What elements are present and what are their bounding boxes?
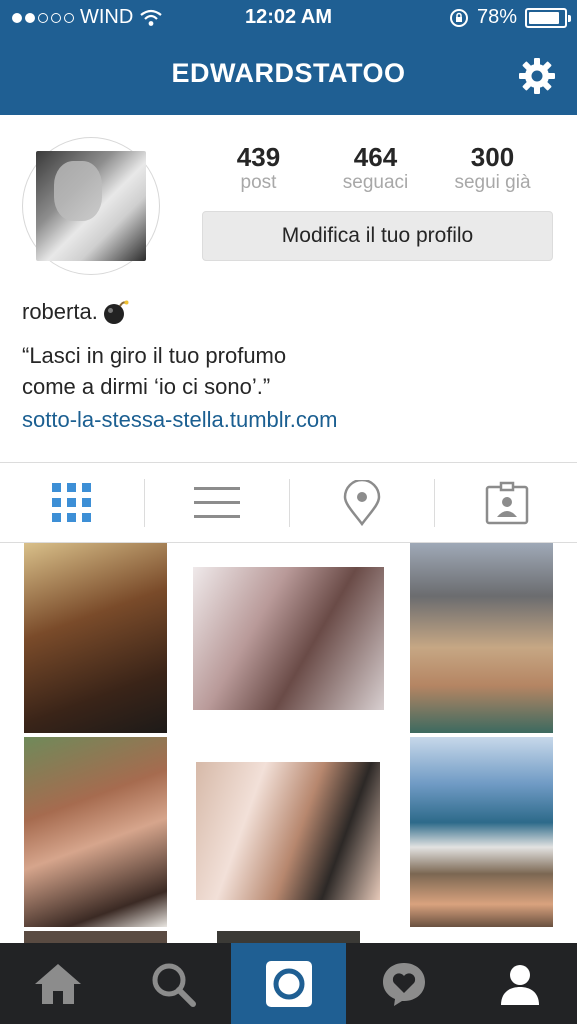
stat-followers[interactable]: 464 seguaci (317, 142, 434, 194)
nav-search[interactable] (115, 943, 230, 1024)
grid-photo[interactable] (196, 762, 380, 900)
bottom-nav-bar (0, 943, 577, 1024)
activity-heart-icon (382, 962, 425, 1006)
nav-home[interactable] (0, 943, 115, 1024)
stat-posts[interactable]: 439 post (200, 142, 317, 194)
grid-icon (52, 482, 91, 522)
profile-name: roberta. (22, 299, 98, 324)
stat-posts-count: 439 (236, 142, 281, 172)
grid-photo[interactable] (24, 737, 167, 927)
profile-stats: 439 post 464 seguaci 300 segui già (200, 142, 560, 194)
tab-grid-view[interactable] (0, 463, 144, 542)
rotation-lock-icon (449, 8, 468, 27)
profile-icon (500, 964, 539, 1005)
grid-photo[interactable] (24, 931, 167, 943)
home-icon (34, 963, 81, 1004)
profile-website-link[interactable]: sotto-la-stessa-stella.tumblr.com (22, 407, 337, 433)
edit-profile-button[interactable]: Modifica il tuo profilo (202, 211, 553, 261)
stat-following[interactable]: 300 segui già (434, 142, 551, 194)
gear-icon[interactable] (517, 56, 557, 96)
stat-followers-count: 464 (353, 142, 398, 172)
grid-photo[interactable] (410, 543, 553, 733)
tab-list-view[interactable] (145, 463, 289, 542)
bomb-emoji-icon (103, 300, 129, 324)
location-pin-icon (343, 479, 381, 526)
tab-tagged-view[interactable] (435, 463, 577, 542)
stat-posts-label: post (240, 172, 277, 193)
grid-photo[interactable] (217, 931, 360, 943)
tagged-photos-icon (485, 481, 529, 524)
stat-following-count: 300 (470, 142, 515, 172)
stat-followers-label: seguaci (342, 172, 409, 193)
camera-icon (265, 960, 312, 1007)
grid-photo[interactable] (193, 567, 384, 710)
grid-photo[interactable] (410, 737, 553, 927)
nav-profile[interactable] (462, 943, 577, 1024)
profile-name-row: roberta. (22, 298, 130, 326)
bio-line-2: come a dirmi ‘io ci sono’.” (22, 374, 271, 399)
search-icon (152, 963, 196, 1007)
bio-line-1: “Lasci in giro il tuo profumo (22, 343, 287, 368)
battery-icon (525, 7, 571, 28)
profile-view-tabs (0, 462, 577, 543)
top-bar: WIND 12:02 AM 78% EDWARDSTATOO (0, 0, 577, 115)
nav-activity[interactable] (346, 943, 461, 1024)
nav-camera[interactable] (231, 943, 346, 1024)
list-icon (194, 486, 240, 518)
stat-following-label: segui già (454, 172, 531, 193)
battery-percent: 78% (476, 6, 517, 28)
tab-location-view[interactable] (290, 463, 434, 542)
avatar[interactable] (36, 151, 146, 261)
profile-username-title: EDWARDSTATOO (171, 58, 406, 88)
grid-photo[interactable] (24, 543, 167, 733)
profile-bio: “Lasci in giro il tuo profumo come a dir… (22, 340, 562, 402)
status-right: 78% (449, 6, 571, 29)
status-bar: WIND 12:02 AM 78% (0, 0, 577, 36)
